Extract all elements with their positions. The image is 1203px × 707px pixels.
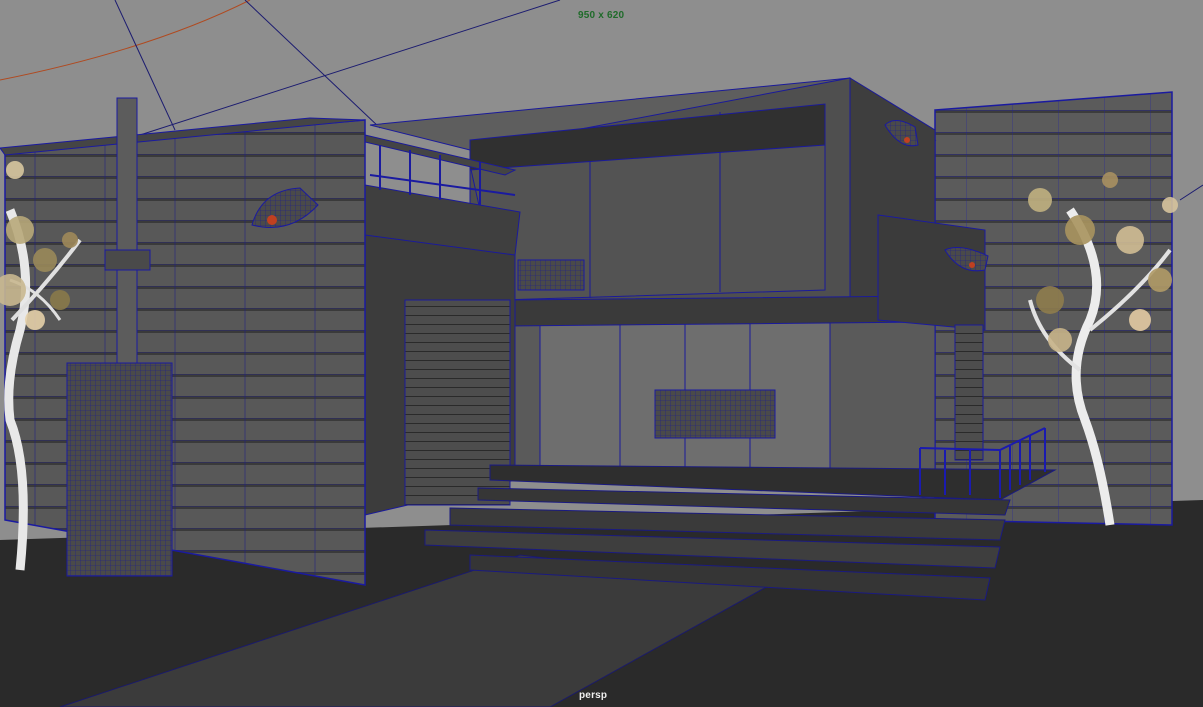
interior-sofa — [654, 389, 776, 439]
resolution-gate-label: 950 x 620 — [578, 10, 625, 21]
left-wood-wall — [4, 119, 366, 586]
chimney-pipe — [116, 97, 138, 369]
side-slats — [954, 324, 984, 461]
side-balcony — [877, 214, 986, 331]
3d-scene-render[interactable] — [0, 0, 1203, 707]
camera-name-label[interactable]: persp — [579, 690, 607, 701]
slab-edge — [504, 295, 936, 327]
interior-chair — [517, 259, 585, 291]
chimney-collar — [104, 249, 151, 271]
maya-perspective-viewport[interactable]: 950 x 620 persp — [0, 0, 1203, 707]
chimney-base — [66, 362, 173, 577]
